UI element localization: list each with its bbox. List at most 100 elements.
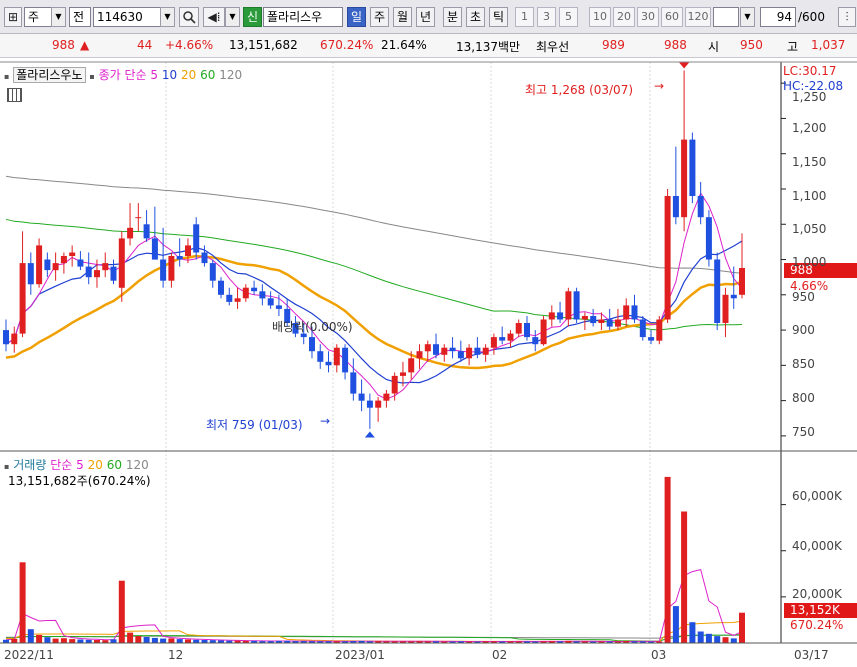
ma60-label[interactable]: 60 bbox=[200, 68, 215, 82]
volume-bar bbox=[722, 637, 729, 643]
candle-body bbox=[60, 256, 67, 264]
period-tab-tick[interactable]: 틱 bbox=[489, 7, 508, 27]
candle-body bbox=[251, 287, 258, 292]
volume-tick: 60,000K bbox=[792, 489, 842, 503]
candle-body bbox=[201, 252, 208, 264]
candle-body bbox=[416, 351, 423, 359]
interval-5[interactable]: 5 bbox=[559, 7, 578, 27]
price-tick: 1,200 bbox=[792, 121, 827, 135]
interval-120[interactable]: 120 bbox=[685, 7, 711, 27]
market-select[interactable]: 주 bbox=[24, 7, 52, 27]
candle-body bbox=[623, 305, 630, 320]
interval-custom-input[interactable] bbox=[713, 7, 739, 27]
vol-ma120-label[interactable]: 120 bbox=[126, 458, 149, 472]
price-volume-chart[interactable] bbox=[0, 58, 857, 667]
period-tab-minute[interactable]: 분 bbox=[443, 7, 462, 27]
candle-body bbox=[3, 330, 9, 345]
volume-bar bbox=[176, 639, 183, 643]
type-select[interactable]: 전 bbox=[69, 7, 91, 27]
code-input[interactable]: 114630 bbox=[93, 7, 161, 27]
grid-toggle-icon[interactable] bbox=[7, 88, 22, 102]
stock-title[interactable]: 폴라리스우노 bbox=[13, 67, 86, 83]
last-volume-pct: 670.24% bbox=[790, 618, 844, 632]
candle-body bbox=[143, 224, 150, 239]
candle-body bbox=[457, 351, 464, 359]
candle-body bbox=[631, 305, 638, 320]
sound-dropdown-icon[interactable]: ▼ bbox=[225, 7, 240, 27]
vol-ma20-label[interactable]: 20 bbox=[88, 458, 103, 472]
candle-body bbox=[383, 393, 390, 401]
code-dropdown-icon[interactable]: ▼ bbox=[160, 7, 175, 27]
candle-body bbox=[69, 252, 76, 256]
period-tab-day[interactable]: 일 bbox=[347, 7, 366, 27]
candle-body bbox=[466, 347, 473, 359]
candle-body bbox=[730, 294, 737, 299]
ma10-label[interactable]: 10 bbox=[162, 68, 177, 82]
search-icon[interactable] bbox=[179, 7, 199, 27]
interval-20[interactable]: 20 bbox=[613, 7, 635, 27]
candle-body bbox=[615, 319, 621, 327]
candle-body bbox=[656, 319, 663, 341]
period-tab-month[interactable]: 월 bbox=[393, 7, 412, 27]
ma5-label[interactable]: 5 bbox=[150, 68, 158, 82]
stock-name-field[interactable]: 폴라리스우 bbox=[263, 7, 343, 27]
interval-1[interactable]: 1 bbox=[515, 7, 534, 27]
volume-bar bbox=[151, 637, 158, 643]
interval-60[interactable]: 60 bbox=[661, 7, 683, 27]
volume-tick: 40,000K bbox=[792, 539, 842, 553]
candle-body bbox=[697, 196, 704, 218]
candle-body bbox=[524, 323, 530, 338]
volume-bar bbox=[697, 631, 704, 643]
page-count-input[interactable]: 94 bbox=[760, 7, 796, 27]
volume-bar bbox=[19, 562, 26, 643]
volume-bar bbox=[77, 639, 84, 643]
panel-marker-icon: ▪ bbox=[4, 72, 10, 81]
period-tab-week[interactable]: 주 bbox=[370, 7, 389, 27]
volume-bar bbox=[11, 638, 18, 643]
market-dropdown-icon[interactable]: ▼ bbox=[51, 7, 66, 27]
interval-30[interactable]: 30 bbox=[637, 7, 659, 27]
volume-ma-label[interactable]: 단순 bbox=[50, 458, 72, 472]
ma-marker-icon: ▪ bbox=[89, 72, 95, 81]
credit-badge[interactable]: 신 bbox=[243, 7, 262, 27]
ma-label[interactable]: 종가 단순 bbox=[99, 68, 147, 82]
current-price: 988 bbox=[52, 38, 75, 52]
interval-dropdown-icon[interactable]: ▼ bbox=[740, 7, 755, 27]
interval-10[interactable]: 10 bbox=[589, 7, 611, 27]
chart-settings-icon[interactable]: ⫶ bbox=[838, 7, 856, 27]
vol-ma60-label[interactable]: 60 bbox=[107, 458, 122, 472]
candle-body bbox=[366, 400, 373, 408]
volume-bar bbox=[118, 580, 125, 643]
x-axis-label: 03/17 bbox=[794, 648, 829, 662]
chart-menu-icon[interactable]: ⊞ bbox=[4, 7, 22, 27]
price-change: 44 bbox=[137, 38, 153, 52]
x-axis-label: 03 bbox=[651, 648, 667, 662]
high-price: 1,037 bbox=[811, 38, 846, 52]
candle-body bbox=[391, 375, 398, 394]
volume-bar bbox=[143, 637, 150, 643]
trade-volume: 13,151,682 bbox=[229, 38, 298, 52]
candle-body bbox=[176, 256, 183, 260]
volume-bar bbox=[135, 636, 142, 643]
period-tab-second[interactable]: 초 bbox=[466, 7, 485, 27]
page-total-label: /600 bbox=[798, 10, 825, 24]
volume-bar bbox=[664, 476, 671, 643]
vol-ma5-label[interactable]: 5 bbox=[76, 458, 84, 472]
candle-body bbox=[102, 263, 109, 271]
price-change-pct: +4.66% bbox=[165, 38, 214, 52]
volume-title[interactable]: 거래량 bbox=[13, 458, 46, 472]
candle-body bbox=[482, 347, 489, 355]
ma120-label[interactable]: 120 bbox=[219, 68, 242, 82]
low-annotation: 최저 759 (01/03) bbox=[206, 418, 303, 432]
period-tab-year[interactable]: 년 bbox=[416, 7, 435, 27]
candle-body bbox=[689, 139, 696, 196]
volume-bar bbox=[27, 629, 34, 643]
volume-tick: 20,000K bbox=[792, 587, 842, 601]
interval-3[interactable]: 3 bbox=[537, 7, 556, 27]
candle-body bbox=[672, 196, 679, 218]
candle-body bbox=[333, 347, 340, 366]
candle-body bbox=[681, 139, 688, 218]
ma20-label[interactable]: 20 bbox=[181, 68, 196, 82]
price-tick: 1,250 bbox=[792, 90, 827, 104]
sound-icon[interactable]: ◀⁞ bbox=[203, 7, 225, 27]
